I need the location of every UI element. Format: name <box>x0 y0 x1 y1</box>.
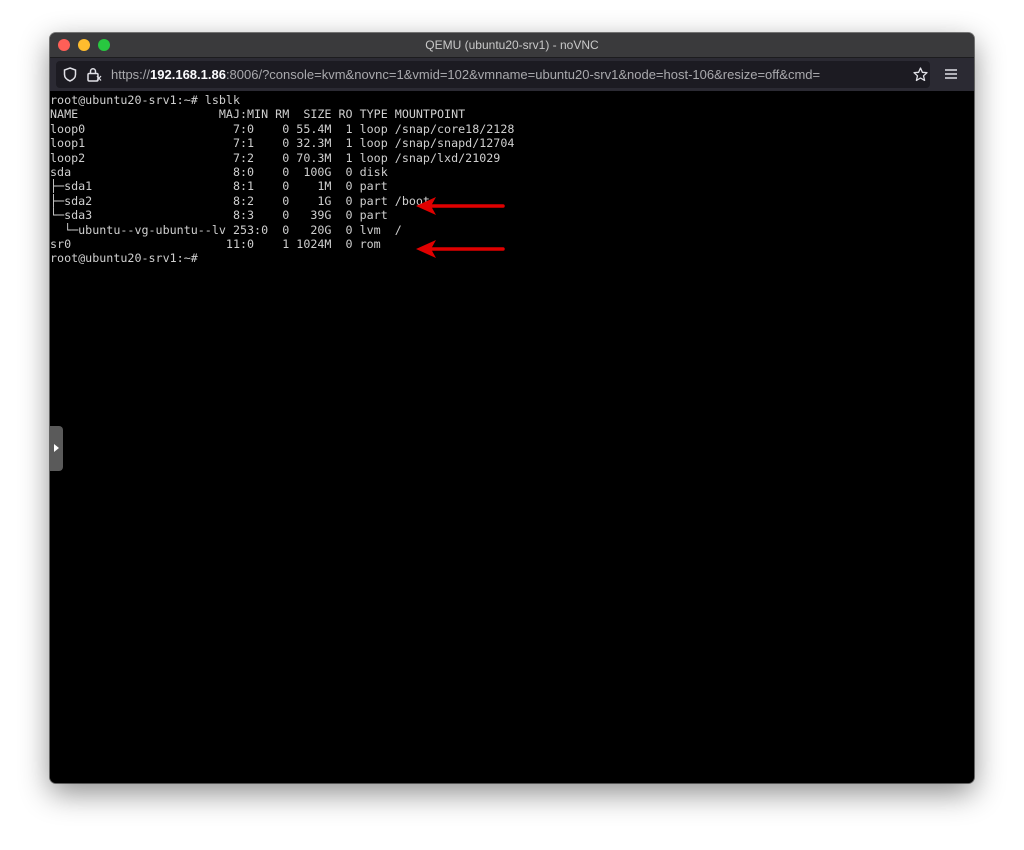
browser-window: QEMU (ubuntu20-srv1) - noVNC https://192… <box>50 33 974 783</box>
terminal-line: loop2 7:2 0 70.3M 1 loop /snap/lxd/21029 <box>50 150 501 165</box>
url-prefix: https:// <box>111 67 151 82</box>
window-title: QEMU (ubuntu20-srv1) - noVNC <box>425 38 599 52</box>
lock-icon[interactable] <box>86 67 102 87</box>
annotation-arrow-sda3 <box>416 240 505 258</box>
terminal-line: root@ubuntu20-srv1:~# lsblk <box>50 93 240 107</box>
annotation-arrow-disk <box>416 197 505 215</box>
terminal-line: sda 8:0 0 100G 0 disk <box>50 165 388 180</box>
terminal-line: loop0 7:0 0 55.4M 1 loop /snap/core18/21… <box>50 121 515 136</box>
url-text[interactable]: https://192.168.1.86:8006/?console=kvm&n… <box>111 67 820 82</box>
terminal-line: └─ubuntu--vg-ubuntu--lv 253:0 0 20G 0 lv… <box>50 222 402 237</box>
terminal-line: NAME MAJ:MIN RM SIZE RO TYPE MOUNTPOINT <box>50 107 466 122</box>
star-icon[interactable] <box>913 67 928 87</box>
url-host: 192.168.1.86 <box>150 67 226 82</box>
terminal-line: ├─sda1 8:1 0 1M 0 part <box>50 179 388 194</box>
terminal-line: loop1 7:1 0 32.3M 1 loop /snap/snapd/127… <box>50 136 515 151</box>
vnc-console[interactable]: root@ubuntu20-srv1:~# lsblk NAME MAJ:MIN … <box>50 91 974 783</box>
title-bar: QEMU (ubuntu20-srv1) - noVNC <box>50 33 974 58</box>
novnc-control-bar-handle[interactable] <box>50 426 63 471</box>
chevron-right-icon <box>54 444 59 452</box>
url-path: :8006/?console=kvm&novnc=1&vmid=102&vmna… <box>225 67 821 82</box>
hamburger-menu-icon[interactable] <box>944 67 958 85</box>
browser-toolbar: https://192.168.1.86:8006/?console=kvm&n… <box>50 58 974 92</box>
url-bar[interactable]: https://192.168.1.86:8006/?console=kvm&n… <box>56 61 930 88</box>
shield-icon[interactable] <box>63 67 77 87</box>
